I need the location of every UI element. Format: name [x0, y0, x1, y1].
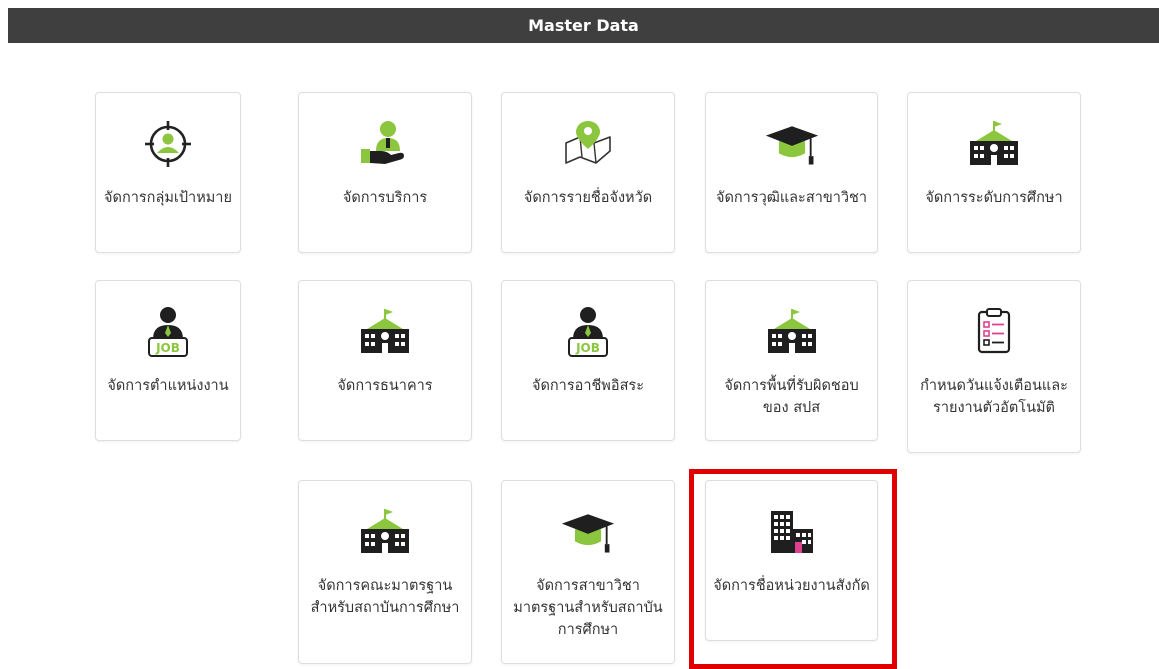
bank-building-icon	[357, 307, 413, 357]
card-standard-major[interactable]: จัดการสาขาวิชามาตรฐานสำหรับสถาบันการศึกษ…	[501, 480, 675, 664]
card-label: จัดการวุฒิและสาขาวิชา	[715, 190, 868, 206]
school-building-icon	[966, 119, 1022, 169]
card-degree-major[interactable]: จัดการวุฒิและสาขาวิชา	[705, 92, 878, 253]
card-standard-faculty[interactable]: จัดการคณะมาตรฐานสำหรับสถาบันการศึกษา	[298, 480, 472, 664]
card-label: จัดการระดับการศึกษา	[925, 190, 1063, 206]
school-building-icon	[357, 507, 413, 557]
card-responsible-area[interactable]: จัดการพื้นที่รับผิดชอบของ สปส	[705, 280, 878, 441]
card-job-position[interactable]: JOB จัดการตำแหน่งงาน	[95, 280, 241, 441]
card-label: จัดการอาชีพอิสระ	[531, 378, 644, 394]
page-title: Master Data	[528, 16, 639, 35]
card-label: จัดการธนาคาร	[337, 378, 433, 394]
graduation-cap-icon	[764, 119, 820, 169]
card-auto-report-date[interactable]: กำหนดวันแจ้งเตือนและรายงานตัวอัตโนมัติ	[907, 280, 1081, 453]
service-hand-icon	[357, 119, 413, 169]
card-province[interactable]: จัดการรายชื่อจังหวัด	[501, 92, 675, 253]
clipboard-checklist-icon	[966, 307, 1022, 357]
map-pin-icon	[560, 119, 616, 169]
school-building-icon	[764, 307, 820, 357]
card-label: จัดการคณะมาตรฐานสำหรับสถาบันการศึกษา	[310, 578, 460, 616]
page-header: Master Data	[8, 8, 1159, 43]
card-bank[interactable]: จัดการธนาคาร	[298, 280, 472, 441]
svg-text:JOB: JOB	[575, 341, 600, 355]
card-label: จัดการบริการ	[342, 190, 428, 206]
card-label: จัดการพื้นที่รับผิดชอบของ สปส	[724, 378, 859, 416]
card-label: จัดการสาขาวิชามาตรฐานสำหรับสถาบันการศึกษ…	[513, 578, 663, 638]
card-service[interactable]: จัดการบริการ	[298, 92, 472, 253]
job-person-icon: JOB	[140, 307, 196, 357]
graduation-cap-icon	[560, 507, 616, 557]
city-buildings-icon	[764, 507, 820, 557]
card-label: จัดการตำแหน่งงาน	[107, 378, 229, 394]
card-label: จัดการรายชื่อจังหวัด	[523, 190, 653, 206]
target-person-icon	[140, 119, 196, 169]
svg-text:JOB: JOB	[155, 341, 180, 355]
card-label: กำหนดวันแจ้งเตือนและรายงานตัวอัตโนมัติ	[920, 378, 1068, 416]
card-target-group[interactable]: จัดการกลุ่มเป้าหมาย	[95, 92, 241, 253]
card-education-level[interactable]: จัดการระดับการศึกษา	[907, 92, 1081, 253]
card-label: จัดการกลุ่มเป้าหมาย	[104, 190, 232, 206]
card-affiliated-agency[interactable]: จัดการชื่อหน่วยงานสังกัด	[705, 480, 878, 641]
job-person-icon: JOB	[560, 307, 616, 357]
card-label: จัดการชื่อหน่วยงานสังกัด	[713, 578, 870, 594]
card-freelance[interactable]: JOB จัดการอาชีพอิสระ	[501, 280, 675, 441]
